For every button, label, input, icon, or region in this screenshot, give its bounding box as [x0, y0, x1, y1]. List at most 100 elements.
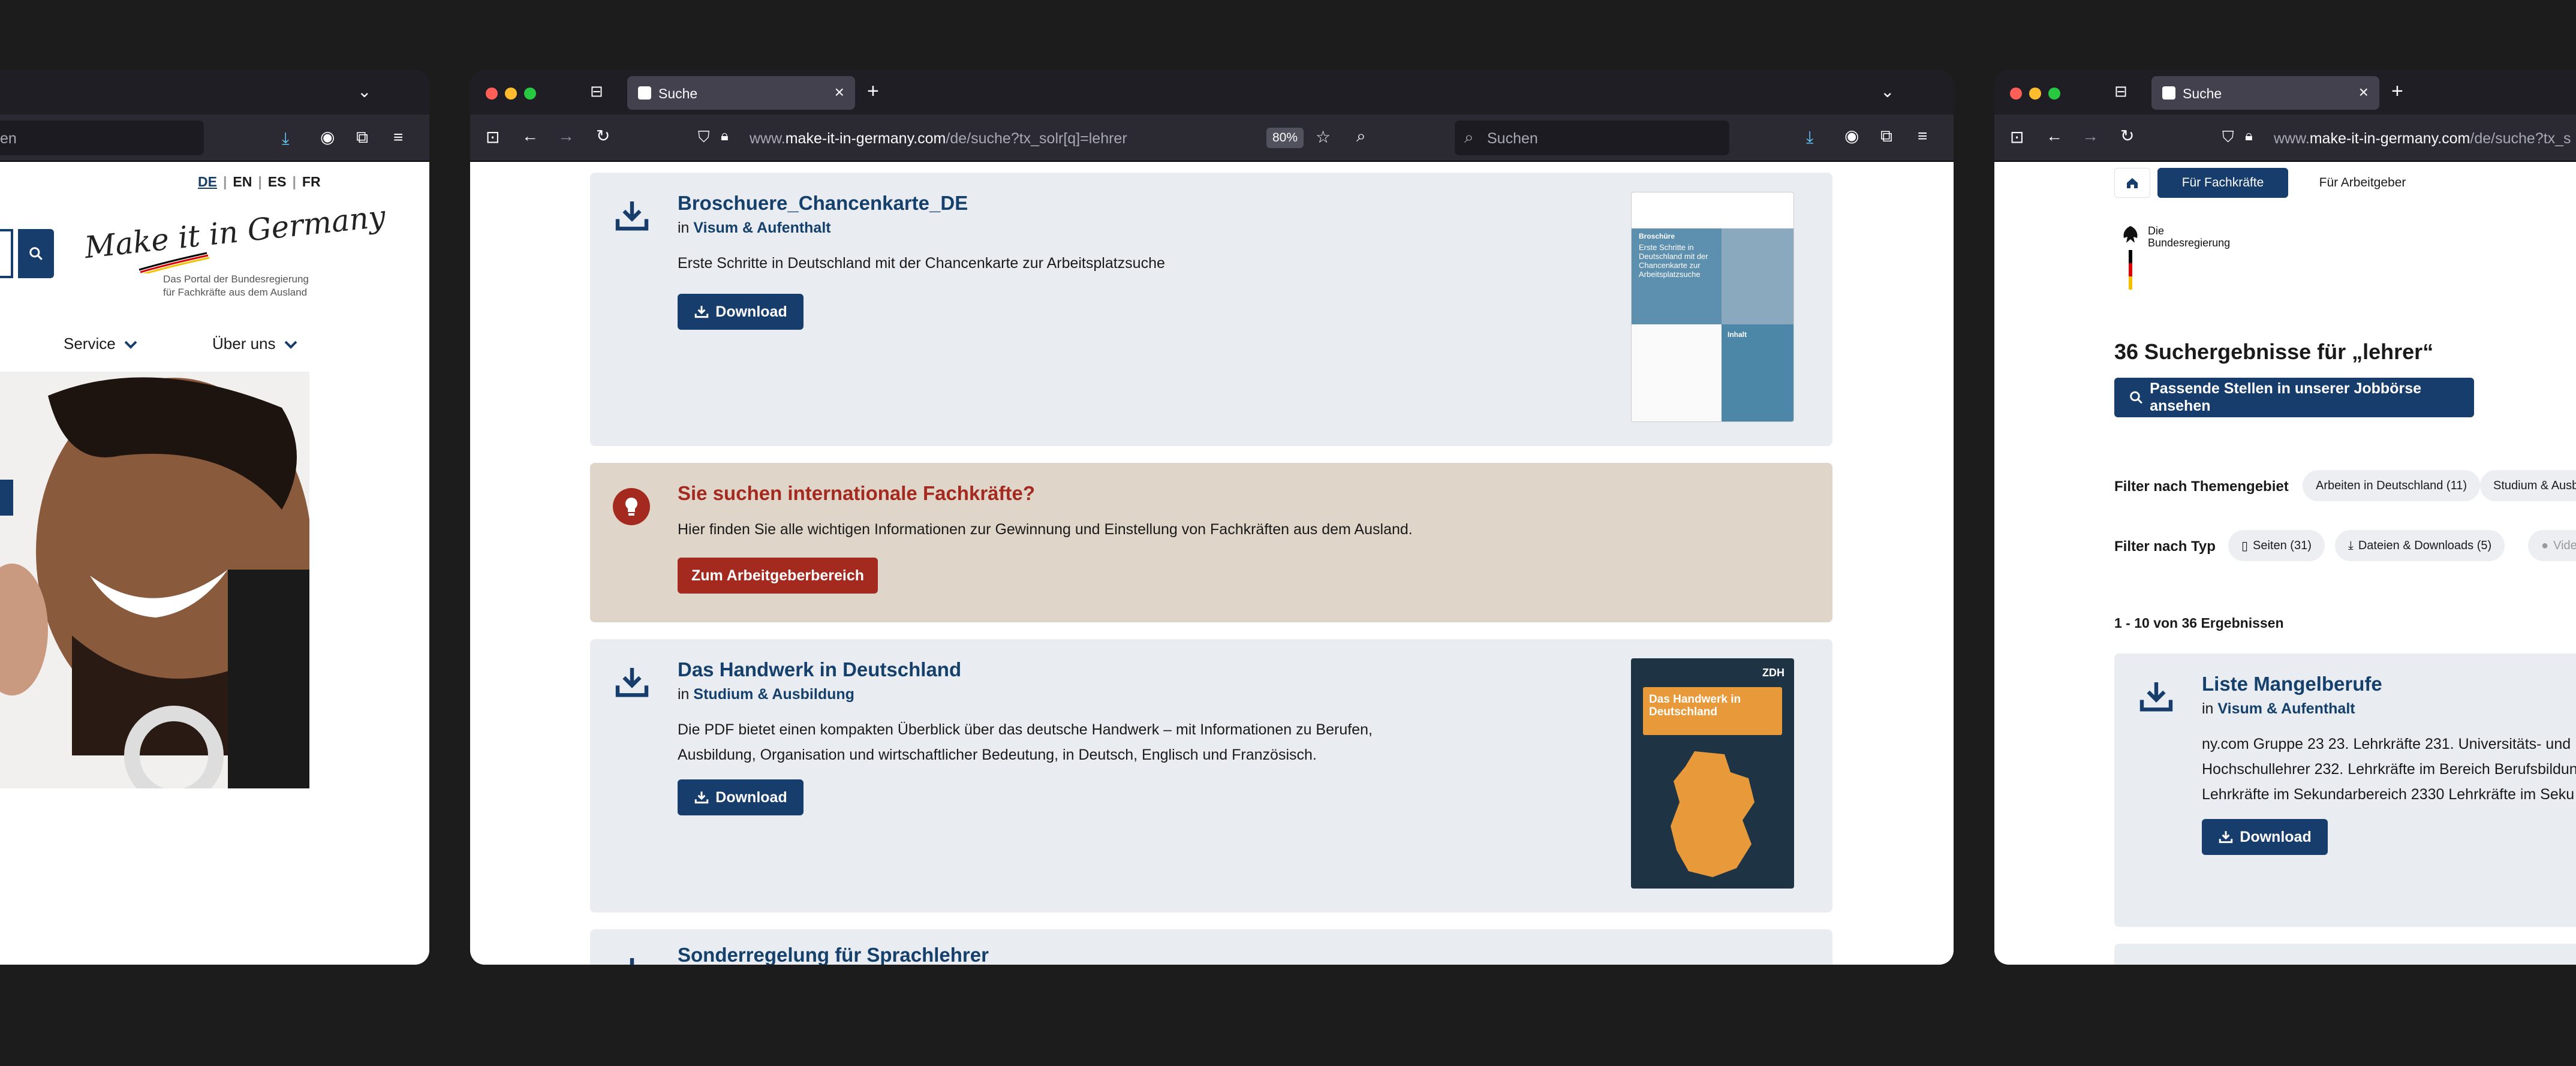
logo-tagline-2: für Fachkräfte aus dem Ausland: [163, 287, 308, 298]
new-tab-icon[interactable]: +: [2391, 81, 2403, 101]
filter-chip-working-in-germany[interactable]: Arbeiten in Deutschland (11): [2303, 470, 2480, 501]
maximize-window-button[interactable]: [524, 88, 536, 100]
download-icon: [615, 668, 649, 697]
lightbulb-icon: [613, 488, 650, 525]
brochure-cover-chancenkarte[interactable]: Broschüre Erste Schritte in Deutschland …: [1631, 192, 1794, 422]
download-button-label: Download: [715, 303, 787, 320]
forward-icon[interactable]: →: [558, 128, 574, 144]
download-button[interactable]: Download: [678, 294, 804, 330]
sidebar-icon[interactable]: ⊡: [2010, 129, 2024, 146]
lang-es[interactable]: ES: [268, 174, 287, 190]
result-card-handwerk: Das Handwerk in Deutschland in Studium &…: [590, 639, 1832, 913]
site-logo[interactable]: Make it in Germany Das Portal der Bundes…: [78, 199, 387, 299]
search-placeholder: Suchen: [1487, 130, 1538, 147]
employer-area-button[interactable]: Zum Arbeitgeberbereich: [678, 558, 878, 594]
tab-overview-icon[interactable]: ⊟: [590, 83, 603, 99]
tab-search[interactable]: Suche ×: [2151, 76, 2379, 110]
search-box[interactable]: ⌕ Suchen: [1455, 121, 1729, 155]
search-icon[interactable]: ⌕: [1356, 128, 1366, 144]
cover-label: Broschüre: [1639, 232, 1675, 240]
url-bar[interactable]: ⛉ 🔒︎ www.make-it-in-germany.com/de/suche…: [692, 121, 1459, 155]
forward-icon[interactable]: →: [2082, 128, 2099, 144]
result-card-next: [2114, 944, 2576, 965]
tab-list-chevron-icon[interactable]: ⌄: [357, 83, 371, 100]
shield-icon: ⛉: [2222, 128, 2234, 146]
download-small-icon: [695, 306, 709, 318]
filter-chip-study[interactable]: Studium & Ausb: [2480, 470, 2576, 501]
nav-about-label: Über uns: [212, 335, 276, 353]
downloads-icon[interactable]: ⤓: [1806, 129, 1813, 146]
logo-flag-swoosh: [139, 252, 210, 273]
download-button[interactable]: Download: [2202, 819, 2328, 855]
filter-chip-downloads[interactable]: ⤓ Dateien & Downloads (5): [2335, 530, 2505, 561]
jobboard-button-label: Passende Stellen in unserer Jobbörse ans…: [2150, 380, 2422, 414]
close-window-button[interactable]: [486, 88, 498, 100]
minimize-window-button[interactable]: [505, 88, 517, 100]
category-link[interactable]: Visum & Aufenthalt: [2217, 700, 2355, 717]
germany-map-illustration: [1671, 751, 1755, 877]
tab-search[interactable]: Suche ×: [627, 76, 855, 110]
downloads-icon[interactable]: ⤓: [282, 130, 289, 147]
nav-service[interactable]: Service: [64, 335, 138, 353]
menu-icon[interactable]: ≡: [1918, 128, 1927, 144]
back-icon[interactable]: ←: [2046, 128, 2063, 144]
tab-overview-icon[interactable]: ⊟: [2114, 83, 2127, 99]
result-title[interactable]: Broschuere_Chancenkarte_DE: [678, 192, 968, 215]
back-icon[interactable]: ←: [522, 128, 538, 144]
account-icon[interactable]: ◉: [320, 129, 335, 146]
result-card-chancenkarte: Broschuere_Chancenkarte_DE in Visum & Au…: [590, 173, 1832, 446]
maximize-window-button[interactable]: [2048, 88, 2060, 100]
result-title[interactable]: Das Handwerk in Deutschland: [678, 658, 961, 681]
tab-for-skilled-workers[interactable]: Für Fachkräfte: [2157, 168, 2288, 198]
account-icon[interactable]: ◉: [1844, 128, 1859, 144]
filter-chip-videos[interactable]: ● Vide: [2528, 530, 2576, 561]
extensions-icon[interactable]: ⧉: [1880, 128, 1892, 144]
shield-icon: ⛉: [698, 128, 710, 146]
search-button[interactable]: [18, 229, 54, 278]
filter-topic-label: Filter nach Themengebiet: [2114, 478, 2289, 495]
result-title[interactable]: Sonderregelung für Sprachlehrer: [678, 944, 989, 965]
extensions-icon[interactable]: ⧉: [356, 129, 368, 146]
bookmark-star-icon[interactable]: ☆: [1316, 129, 1331, 146]
sidebar-icon[interactable]: ⊡: [486, 129, 499, 146]
new-tab-icon[interactable]: +: [867, 81, 879, 101]
reload-icon[interactable]: ↻: [2120, 128, 2134, 144]
jobboard-button[interactable]: Passende Stellen in unserer Jobbörse ans…: [2114, 378, 2474, 417]
category-link[interactable]: Visum & Aufenthalt: [693, 219, 830, 236]
gov-logo-line1: Die: [2148, 225, 2165, 237]
tab-for-employers[interactable]: Für Arbeitgeber: [2293, 168, 2432, 198]
menu-icon[interactable]: ≡: [393, 129, 403, 146]
close-window-button[interactable]: [2010, 88, 2022, 100]
download-icon: [2139, 682, 2173, 712]
url-bar[interactable]: en: [0, 121, 204, 155]
zoom-badge[interactable]: 80%: [1266, 128, 1304, 148]
lock-icon: 🔒︎: [721, 128, 729, 144]
download-small-icon: ⤓: [2348, 538, 2354, 552]
gov-logo-line2: Bundesregierung: [2148, 237, 2231, 249]
lang-en[interactable]: EN: [233, 174, 252, 190]
category-link[interactable]: Studium & Ausbildung: [693, 686, 854, 703]
government-logo[interactable]: Die Bundesregierung: [2120, 225, 2264, 291]
result-title[interactable]: Liste Mangelberufe: [2202, 673, 2382, 695]
nav-about[interactable]: Über uns: [212, 335, 298, 353]
home-icon: [2127, 178, 2138, 188]
lang-fr[interactable]: FR: [302, 174, 321, 190]
lang-de[interactable]: DE: [198, 174, 217, 190]
federal-eagle-icon: [2123, 226, 2138, 243]
url-bar[interactable]: ⛉ 🔒︎ www.make-it-in-germany.com/de/suche…: [2216, 121, 2576, 155]
search-field-edge[interactable]: [0, 229, 13, 278]
close-tab-icon[interactable]: ×: [835, 83, 844, 102]
download-button-label: Download: [2240, 828, 2312, 845]
reload-icon[interactable]: ↻: [596, 128, 610, 144]
download-button[interactable]: Download: [678, 779, 804, 815]
tab-list-chevron-icon[interactable]: ⌄: [1880, 83, 1894, 100]
close-tab-icon[interactable]: ×: [2359, 83, 2369, 102]
brochure-cover-handwerk[interactable]: ZDH Das Handwerk in Deutschland: [1631, 658, 1794, 889]
download-small-icon: [695, 791, 709, 804]
minimize-window-button[interactable]: [2029, 88, 2041, 100]
center-page-content: Broschuere_Chancenkarte_DE in Visum & Au…: [470, 162, 1954, 965]
result-card-mangelberufe: Liste Mangelberufe in Visum & Aufenthalt…: [2114, 654, 2576, 927]
result-snippet-line-3: Lehrkräfte im Sekundarbereich 2330 Lehrk…: [2202, 786, 2575, 803]
filter-chip-pages[interactable]: ▯ Seiten (31): [2228, 530, 2325, 561]
home-button[interactable]: [2114, 168, 2150, 198]
